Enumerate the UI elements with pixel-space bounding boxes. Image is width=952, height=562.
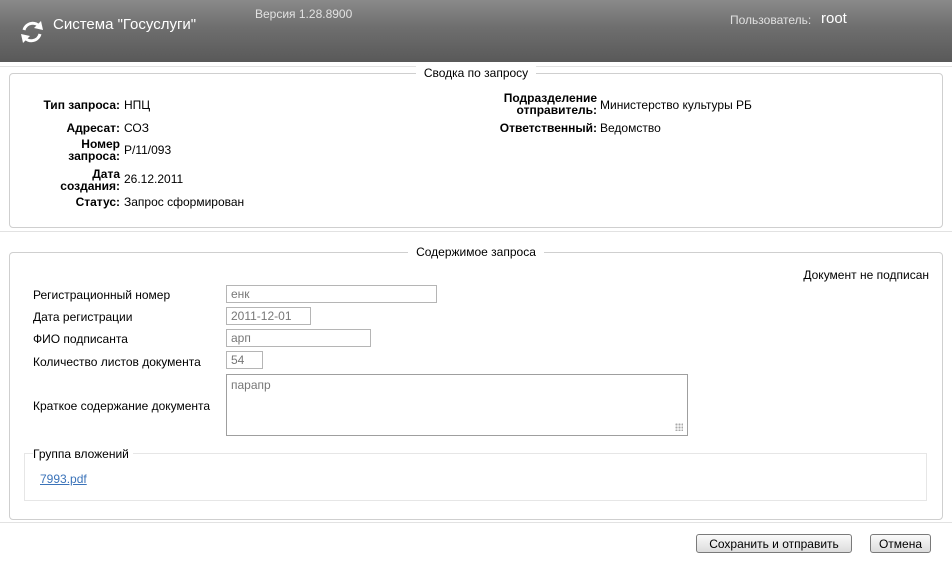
reg-date-input[interactable] [226,307,311,325]
pages-label: Количество листов документа [33,355,201,369]
signature-status: Документ не подписан [803,268,929,282]
responsible-label: Ответственный: [499,121,597,135]
resize-grip-icon[interactable] [675,423,683,431]
addressee-value: СОЗ [124,121,149,135]
attachments-label: Группа вложений [33,447,133,461]
user-name: root [821,10,847,27]
refresh-logo-icon [21,21,43,43]
request-number-label-2: запроса: [68,149,120,163]
reg-number-label: Регистрационный номер [33,288,171,302]
addressee-label: Адресат: [66,121,121,135]
app-title: Система "Госуслуги" [53,16,197,33]
sender-label-2: отправитель: [516,103,597,117]
attachments-group [24,453,927,501]
pages-input[interactable] [226,351,263,369]
status-label: Статус: [75,195,120,209]
content-title: Содержимое запроса [408,245,544,259]
cancel-button[interactable]: Отмена [870,534,931,553]
request-number-value: Р/11/093 [124,143,172,157]
summary-title: Сводка по запросу [415,66,537,80]
signer-input[interactable] [226,329,371,347]
app-header: Система "Госуслуги" Версия 1.28.8900 Пол… [0,0,952,62]
created-date-value: 26.12.2011 [124,172,184,186]
reg-date-label: Дата регистрации [33,310,133,324]
attachment-link[interactable]: 7993.pdf [40,472,87,486]
signer-label: ФИО подписанта [33,332,128,346]
save-and-send-button[interactable]: Сохранить и отправить [696,534,852,553]
request-type-label: Тип запроса: [43,98,120,112]
version-label: Версия 1.28.8900 [255,7,353,21]
user-label: Пользователь: [730,13,812,27]
divider [0,231,952,232]
sender-value: Министерство культуры РБ [600,98,752,112]
doc-summary-label: Краткое содержание документа [33,399,211,413]
divider [0,522,952,523]
responsible-value: Ведомство [600,121,661,135]
status-value: Запрос сформирован [124,195,245,209]
doc-summary-textarea[interactable]: парапр [226,374,688,436]
created-date-label-2: создания: [60,179,120,193]
reg-number-input[interactable] [226,285,437,303]
request-type-value: НПЦ [124,98,151,112]
